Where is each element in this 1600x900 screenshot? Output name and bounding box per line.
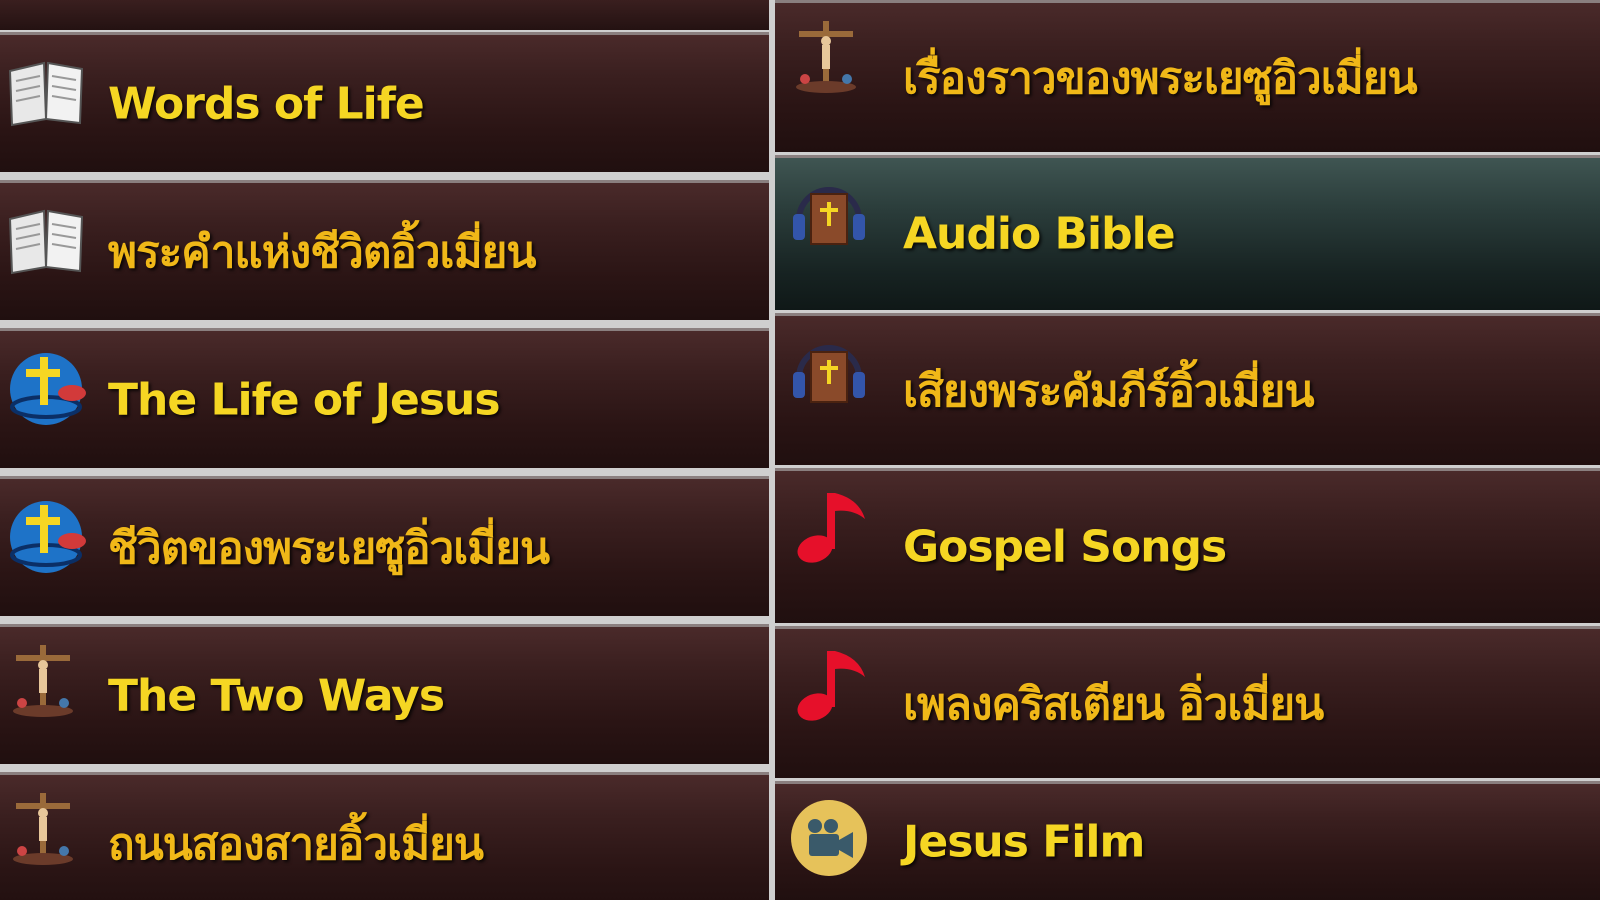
- menu-item-label: Audio Bible: [903, 208, 1176, 260]
- menu-item-label: เรื่องราวของพระเยซูอิวเมี่ยน: [903, 52, 1418, 104]
- crucifix-icon: [796, 21, 856, 93]
- menu-item-label: พระคำแห่งชีวิตอิ้วเมี่ยน: [108, 226, 536, 278]
- menu-item-label: เสียงพระคัมภีร์อิ้วเมี่ยน: [903, 365, 1315, 417]
- open-book-icon: [8, 61, 84, 127]
- menu-item-audio-bible-thai[interactable]: เสียงพระคัมภีร์อิ้วเมี่ยน: [775, 313, 1600, 465]
- menu-item-gospel-songs-thai[interactable]: เพลงคริสเตียน อิ่วเมี่ยน: [775, 626, 1600, 778]
- menu-item-label: ถนนสองสายอิ้วเมี่ยน: [108, 818, 484, 870]
- menu-item-words-of-life[interactable]: Words of Life: [0, 32, 769, 172]
- menu-item-words-of-life-thai[interactable]: พระคำแห่งชีวิตอิ้วเมี่ยน: [0, 180, 769, 320]
- crucifix-icon: [13, 793, 73, 865]
- menu-item-label: The Two Ways: [108, 670, 445, 721]
- menu-item-life-of-jesus[interactable]: The Life of Jesus: [0, 328, 769, 468]
- menu-item-two-ways[interactable]: The Two Ways: [0, 624, 769, 764]
- menu-item-label: Words of Life: [108, 78, 425, 129]
- open-book-icon: [8, 209, 84, 275]
- menu-item-audio-bible[interactable]: Audio Bible: [775, 155, 1600, 310]
- menu-item-jesus-film[interactable]: Jesus Film: [775, 781, 1600, 900]
- headphones-bible-icon: [793, 187, 865, 245]
- menu-item-story-of-jesus-thai[interactable]: เรื่องราวของพระเยซูอิวเมี่ยน: [775, 0, 1600, 152]
- film-camera-icon: [791, 800, 867, 876]
- menu-item-label: Jesus Film: [903, 816, 1145, 868]
- menu-item-label: Gospel Songs: [903, 521, 1227, 573]
- cross-globe-icon: [10, 353, 86, 425]
- music-note-icon: [797, 493, 865, 563]
- menu-screen: Words of Life พระคำแห่งชีวิตอิ้วเมี่ยน T…: [0, 0, 1600, 900]
- cross-globe-icon: [10, 501, 86, 573]
- menu-item-label: เพลงคริสเตียน อิ่วเมี่ยน: [903, 678, 1324, 730]
- crucifix-icon: [13, 645, 73, 717]
- music-note-icon: [797, 651, 865, 721]
- menu-item-label: ชีวิตของพระเยซูอิ่วเมี่ยน: [108, 522, 550, 574]
- top-strip: [0, 0, 769, 30]
- menu-item-gospel-songs[interactable]: Gospel Songs: [775, 468, 1600, 623]
- headphones-bible-icon: [793, 345, 865, 403]
- menu-item-label: The Life of Jesus: [108, 374, 501, 425]
- menu-item-life-of-jesus-thai[interactable]: ชีวิตของพระเยซูอิ่วเมี่ยน: [0, 476, 769, 616]
- menu-item-two-ways-thai[interactable]: ถนนสองสายอิ้วเมี่ยน: [0, 772, 769, 900]
